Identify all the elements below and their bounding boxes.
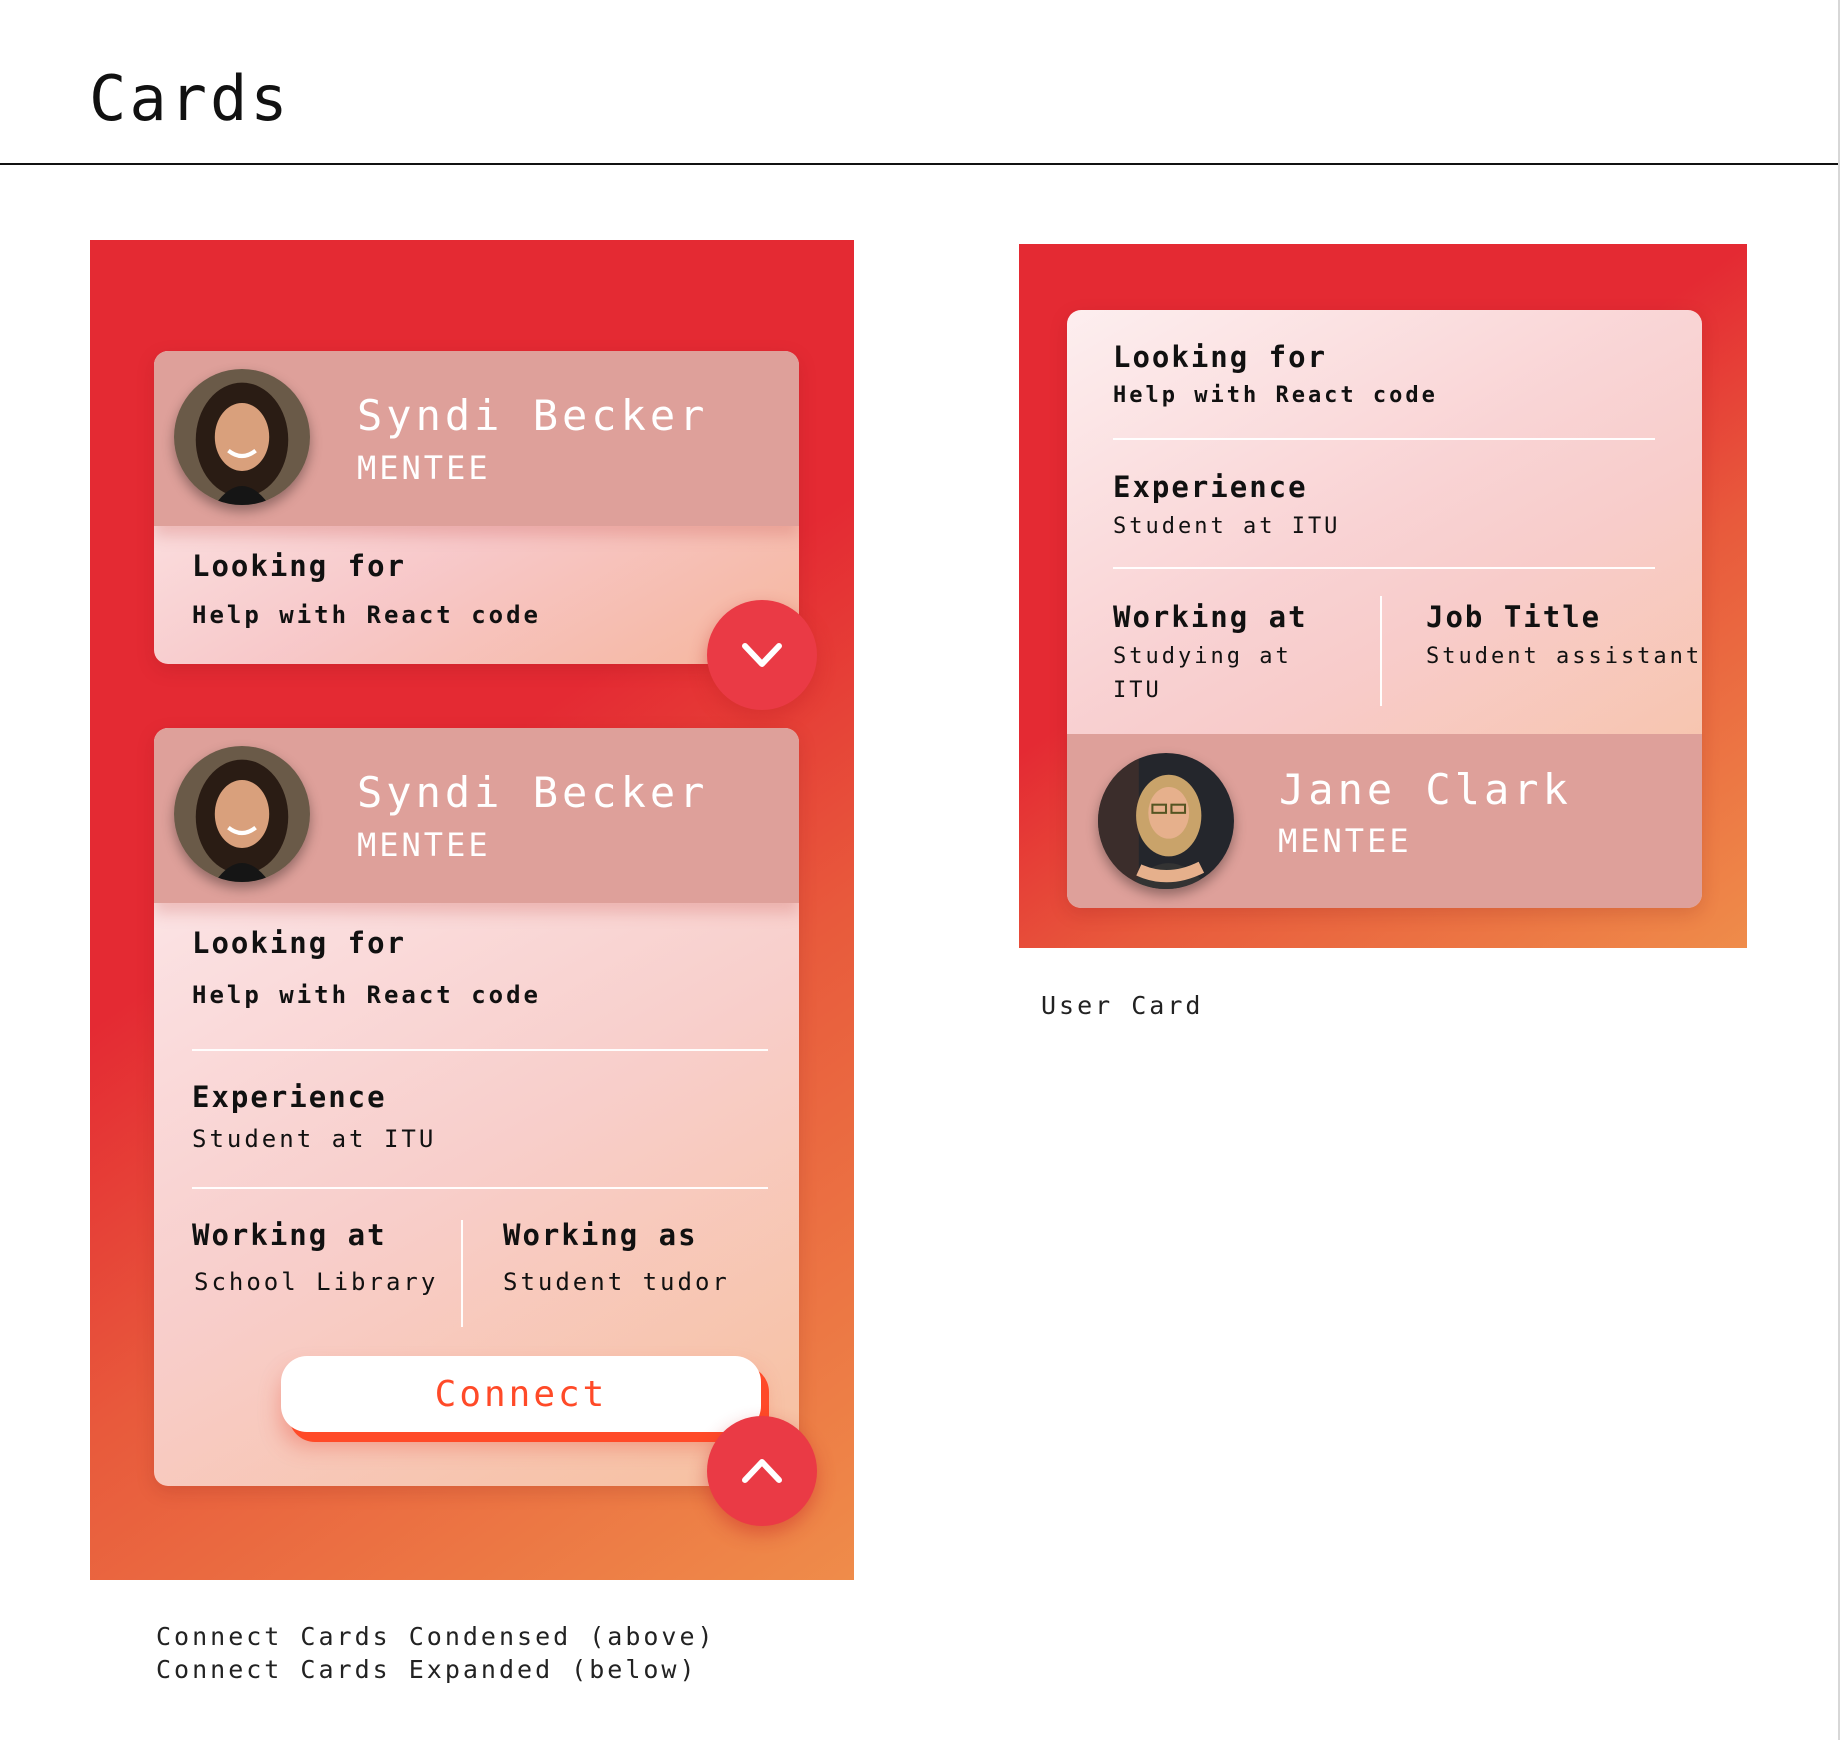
job-title-label: Job Title [1426,600,1602,634]
avatar [1098,753,1234,889]
collapse-card-button[interactable] [707,1416,817,1526]
connect-condensed-caption: Connect Cards Condensed (above) [156,1622,716,1651]
chevron-up-icon [742,1459,782,1483]
experience-value: Student at ITU [192,1125,437,1153]
looking-for-label: Looking for [192,926,407,960]
right-edge-divider [1838,0,1840,1740]
working-at-value-line2: ITU [1113,678,1162,703]
section-divider [1113,438,1655,440]
looking-for-value: Help with React code [1113,383,1438,408]
looking-for-label: Looking for [1113,340,1328,374]
connect-button[interactable]: Connect [281,1356,761,1432]
section-divider [1113,567,1655,569]
avatar-photo-icon [174,746,310,882]
looking-for-value: Help with React code [192,981,541,1009]
avatar-photo-icon [174,369,310,505]
user-role: MENTEE [357,449,491,487]
working-at-label: Working at [192,1218,387,1252]
user-name: Syndi Becker [357,768,709,817]
user-name: Jane Clark [1279,765,1572,814]
working-at-label: Working at [1113,600,1308,634]
user-card-caption: User Card [1041,991,1204,1020]
experience-label: Experience [192,1080,387,1114]
user-role: MENTEE [357,826,491,864]
user-card[interactable]: Looking for Help with React code Experie… [1067,310,1702,908]
avatar-photo-icon [1098,753,1234,889]
connect-expanded-caption: Connect Cards Expanded (below) [156,1655,698,1684]
user-role: MENTEE [1278,822,1412,860]
connect-card-expanded[interactable]: Syndi Becker MENTEE Looking for Help wit… [154,728,799,1486]
column-divider [1380,596,1382,706]
section-divider [192,1049,768,1051]
page-title: Cards [89,62,291,135]
column-divider [461,1220,463,1327]
connect-cards-panel: Syndi Becker MENTEE Looking for Help wit… [90,240,854,1580]
section-divider [192,1187,768,1189]
experience-value: Student at ITU [1113,514,1341,539]
working-at-value-line1: Studying at [1113,644,1292,669]
user-card-panel: Looking for Help with React code Experie… [1019,244,1747,948]
user-name: Syndi Becker [357,391,709,440]
title-divider [0,163,1838,165]
expand-card-button[interactable] [707,600,817,710]
experience-label: Experience [1113,470,1308,504]
working-at-value: School Library [194,1268,439,1296]
looking-for-value: Help with React code [192,601,541,629]
working-as-value: Student tudor [503,1268,730,1296]
job-title-value: Student assistant [1426,644,1702,669]
looking-for-label: Looking for [192,549,407,583]
connect-card-condensed[interactable]: Syndi Becker MENTEE Looking for Help wit… [154,351,799,664]
chevron-down-icon [742,643,782,667]
avatar [174,746,310,882]
working-as-label: Working as [503,1218,698,1252]
avatar [174,369,310,505]
